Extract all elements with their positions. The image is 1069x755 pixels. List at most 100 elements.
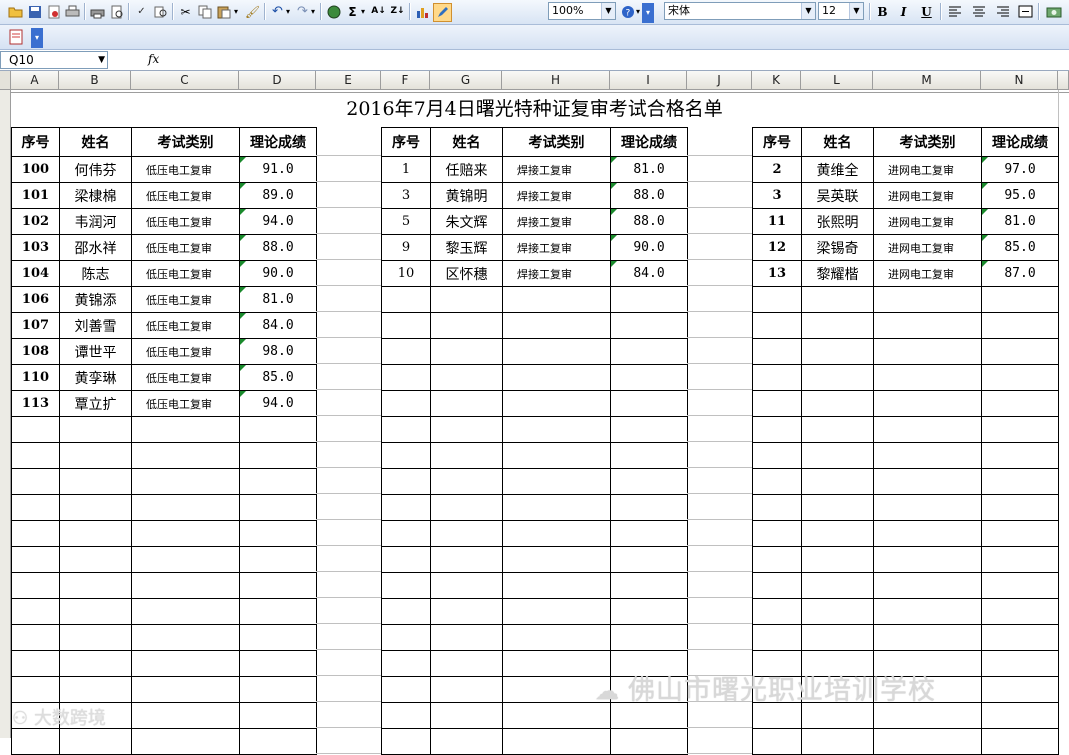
cell-no[interactable] (11, 520, 60, 547)
cell-type[interactable]: 焊接工复审 (502, 182, 611, 209)
cell-no[interactable] (752, 728, 802, 755)
open-icon[interactable] (7, 3, 24, 20)
cell-no[interactable] (752, 572, 802, 599)
sheet-title[interactable]: 2016年7月4日曙光特种证复审考试合格名单 (11, 93, 1058, 126)
cell-score[interactable] (981, 728, 1059, 755)
cell-no[interactable] (381, 390, 431, 417)
cell-no[interactable]: 106 (11, 286, 60, 313)
copy-icon[interactable] (196, 3, 213, 20)
cell-no[interactable] (381, 442, 431, 469)
cell-name[interactable] (430, 624, 503, 651)
cell-no[interactable] (381, 338, 431, 365)
cell-no[interactable]: 2 (752, 156, 802, 183)
cell-name[interactable] (59, 442, 132, 469)
cell-type[interactable] (502, 520, 611, 547)
cell-no[interactable] (11, 728, 60, 755)
cell-name[interactable] (430, 364, 503, 391)
cell-score[interactable] (610, 624, 688, 651)
cell-no[interactable] (11, 546, 60, 573)
merge-center-icon[interactable] (1017, 3, 1034, 20)
cell-no[interactable]: 108 (11, 338, 60, 365)
cell-name[interactable]: 黄维全 (801, 156, 874, 183)
cell-name[interactable] (801, 286, 874, 313)
cell-type[interactable] (873, 442, 982, 469)
cell-no[interactable] (752, 442, 802, 469)
cell-name[interactable] (59, 468, 132, 495)
cell-score[interactable] (239, 702, 317, 729)
cell-score[interactable] (239, 442, 317, 469)
cell-no[interactable] (752, 390, 802, 417)
cell-no[interactable] (381, 364, 431, 391)
cell-no[interactable] (381, 650, 431, 677)
cell-name[interactable] (430, 702, 503, 729)
cell-no[interactable] (381, 416, 431, 443)
research-icon[interactable] (152, 3, 169, 20)
cell-no[interactable]: 12 (752, 234, 802, 261)
cell-name[interactable] (801, 520, 874, 547)
cell-no[interactable]: 11 (752, 208, 802, 235)
cell-type[interactable] (873, 338, 982, 365)
cell-no[interactable] (381, 598, 431, 625)
col-header-f[interactable]: F (381, 71, 430, 90)
cell-name[interactable] (801, 442, 874, 469)
cell-type[interactable] (502, 416, 611, 443)
cell-name[interactable] (801, 572, 874, 599)
cell-type[interactable] (131, 442, 240, 469)
cell-type[interactable] (502, 312, 611, 339)
cell-score[interactable] (981, 546, 1059, 573)
cell-no[interactable]: 3 (381, 182, 431, 209)
cell-name[interactable] (59, 572, 132, 599)
header-cell-score[interactable]: 理论成绩 (981, 127, 1059, 157)
cell-name[interactable] (801, 546, 874, 573)
cell-score[interactable] (610, 494, 688, 521)
cell-no[interactable] (11, 676, 60, 703)
cell-score[interactable] (610, 390, 688, 417)
cell-score[interactable]: 85.0 (239, 364, 317, 391)
cell-name[interactable]: 黎玉辉 (430, 234, 503, 261)
cell-no[interactable] (11, 650, 60, 677)
cell-no[interactable] (381, 468, 431, 495)
cell-score[interactable] (610, 598, 688, 625)
align-center-icon[interactable] (970, 3, 987, 20)
cell-type[interactable]: 进网电工复审 (873, 260, 982, 287)
cell-score[interactable] (981, 390, 1059, 417)
cell-score[interactable] (981, 416, 1059, 443)
cell-no[interactable] (752, 624, 802, 651)
cell-type[interactable] (502, 572, 611, 599)
cell-no[interactable]: 110 (11, 364, 60, 391)
cell-type[interactable]: 低压电工复审 (131, 286, 240, 313)
cell-name[interactable] (430, 676, 503, 703)
cell-name[interactable] (801, 416, 874, 443)
cell-no[interactable] (752, 338, 802, 365)
cell-score[interactable] (239, 494, 317, 521)
formula-input[interactable] (164, 51, 1068, 69)
cell-score[interactable]: 88.0 (610, 208, 688, 235)
cell-name[interactable] (801, 624, 874, 651)
cell-name[interactable] (430, 598, 503, 625)
toolbar-options-icon[interactable]: ▾ (642, 3, 654, 23)
cell-score[interactable] (239, 598, 317, 625)
cell-type[interactable] (873, 624, 982, 651)
col-header-g[interactable]: G (430, 71, 502, 90)
cell-type[interactable]: 低压电工复审 (131, 338, 240, 365)
cell-no[interactable] (381, 494, 431, 521)
select-all-corner[interactable] (0, 71, 11, 90)
cell-type[interactable] (502, 546, 611, 573)
cell-score[interactable] (981, 676, 1059, 703)
cell-name[interactable] (801, 364, 874, 391)
cell-type[interactable]: 低压电工复审 (131, 208, 240, 235)
cell-no[interactable] (11, 494, 60, 521)
help-dropdown-icon[interactable]: ▾ (634, 3, 642, 20)
cell-type[interactable] (502, 364, 611, 391)
cell-name[interactable]: 任赔来 (430, 156, 503, 183)
cell-score[interactable]: 81.0 (610, 156, 688, 183)
cell-name[interactable] (430, 468, 503, 495)
cell-no[interactable] (381, 312, 431, 339)
cell-name[interactable]: 谭世平 (59, 338, 132, 365)
cell-name[interactable] (430, 338, 503, 365)
cell-no[interactable] (11, 442, 60, 469)
cell-type[interactable] (131, 468, 240, 495)
hyperlink-icon[interactable] (325, 3, 342, 20)
cell-no[interactable] (381, 702, 431, 729)
cell-type[interactable] (131, 676, 240, 703)
